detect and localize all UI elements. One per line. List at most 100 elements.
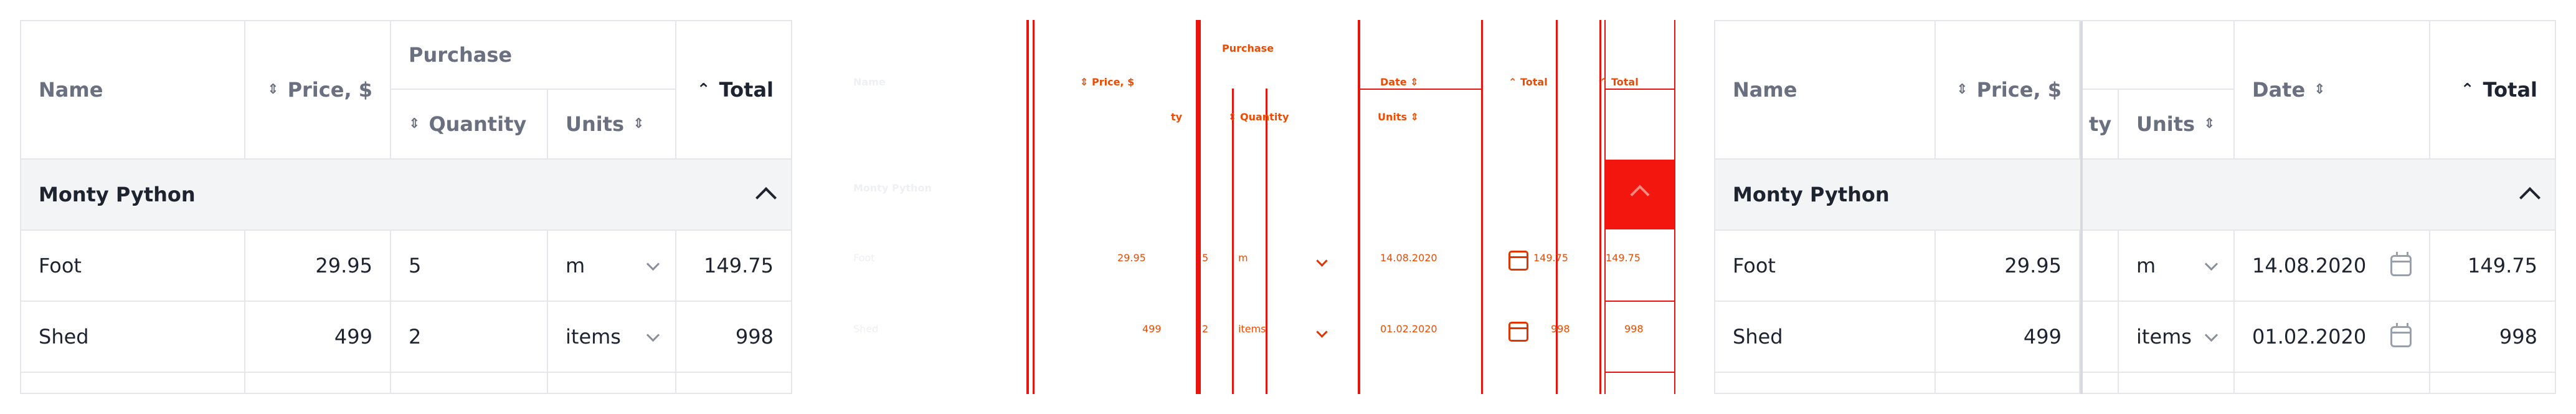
- cell-quantity[interactable]: 5: [391, 231, 548, 302]
- sort-asc-icon: ⌃: [696, 80, 711, 99]
- calendar-icon[interactable]: [2390, 252, 2412, 276]
- units-select[interactable]: m: [2119, 231, 2235, 302]
- cell-total: 149.75: [2430, 231, 2556, 302]
- group-label: Monty Python: [1733, 183, 1890, 206]
- header-purchase-label: Purchase: [409, 43, 513, 67]
- ghost-group-label: Monty Python: [853, 182, 932, 194]
- cell-empty: [676, 373, 792, 394]
- cell-price-text: 29.95: [315, 254, 372, 277]
- group-row[interactable]: Monty Python: [1715, 160, 2556, 231]
- header-price-label: Price, $: [1976, 78, 2062, 102]
- chevron-down-icon: [646, 257, 660, 271]
- cell-quantity-text: 5: [409, 254, 422, 277]
- drop-guide-line: [1481, 20, 1483, 394]
- collapse-icon[interactable]: [755, 187, 777, 208]
- units-select[interactable]: items: [548, 302, 676, 373]
- header-quantity[interactable]: ⇕ Quantity: [391, 90, 548, 160]
- cell-price-text: 499: [2023, 325, 2062, 349]
- units-value: items: [566, 325, 621, 349]
- units-select[interactable]: items: [2119, 302, 2235, 373]
- header-quantity-fragment-label: ty: [2089, 112, 2112, 136]
- cell-price: 29.95: [245, 231, 391, 302]
- drop-guide-line[interactable]: [1196, 20, 1201, 394]
- sort-icon: ⇕: [409, 116, 420, 132]
- overlay-date-text: Date: [1380, 76, 1407, 88]
- cell-price-text: 29.95: [2004, 254, 2062, 277]
- collapse-icon[interactable]: [2519, 187, 2540, 208]
- drop-guide-line: [1358, 89, 1482, 90]
- sort-icon: ⇕: [267, 82, 279, 97]
- cell-price: 499: [245, 302, 391, 373]
- ghost-row-name: Foot: [853, 252, 875, 264]
- header-quantity-fragment[interactable]: ty: [2080, 90, 2119, 160]
- cell-total-text: 998: [735, 325, 774, 349]
- header-price[interactable]: ⇕ Price, $: [1936, 21, 2080, 160]
- header-total[interactable]: ⌃ Total: [676, 21, 792, 160]
- header-units[interactable]: Units ⇕: [548, 90, 676, 160]
- header-total-label: Total: [2483, 78, 2537, 102]
- chevron-down-icon: [1316, 326, 1328, 339]
- cell-price-text: 499: [334, 325, 372, 349]
- cell-empty: [391, 373, 548, 394]
- header-units[interactable]: Units ⇕: [2119, 90, 2235, 160]
- cell-quantity-text: 2: [409, 325, 422, 349]
- drop-guide-line: [1556, 20, 1558, 394]
- cell-price: 29.95: [1936, 231, 2080, 302]
- header-total[interactable]: ⌃ Total: [2430, 21, 2556, 160]
- cell-empty: [1936, 373, 2080, 394]
- overlay-quantity-value: 5: [1202, 252, 1209, 264]
- cell-empty: [2080, 373, 2119, 394]
- overlay-date-value: 01.02.2020: [1380, 323, 1437, 335]
- cell-name: Foot: [1715, 231, 1936, 302]
- overlay-total-text: Total: [1611, 76, 1639, 88]
- overlay-price-value: 499: [1142, 323, 1162, 335]
- cell-quantity-fragment: [2080, 231, 2119, 302]
- overlay-total-text: Total: [1520, 76, 1548, 88]
- chevron-down-icon: [2204, 257, 2218, 271]
- overlay-units-label: Units ⇕: [1378, 111, 1419, 123]
- right-table: Name ⇕ Price, $ ty Units ⇕ Date ⇕ ⌃ Tota…: [1714, 20, 2556, 394]
- drop-guide-line: [1232, 89, 1234, 394]
- cell-empty: [21, 373, 245, 394]
- cell-quantity-fragment: [2080, 302, 2119, 373]
- overlay-units-value: items: [1238, 323, 1266, 335]
- drop-guide-line: [1358, 20, 1360, 394]
- sort-icon: ⇕: [1228, 111, 1240, 123]
- drop-guide-line: [1266, 89, 1267, 394]
- overlay-date-label: Date ⇕: [1380, 76, 1419, 88]
- date-picker[interactable]: 01.02.2020: [2235, 302, 2430, 373]
- cell-total: 998: [2430, 302, 2556, 373]
- sort-icon: ⇕: [1956, 82, 1968, 97]
- cell-name: Foot: [21, 231, 245, 302]
- sort-icon: ⇕: [2314, 82, 2326, 97]
- cell-quantity[interactable]: 2: [391, 302, 548, 373]
- units-select[interactable]: m: [548, 231, 676, 302]
- header-total-label: Total: [719, 78, 774, 102]
- group-label: Monty Python: [39, 183, 196, 206]
- overlay-quantity-value: 2: [1202, 323, 1209, 335]
- group-row[interactable]: Monty Python: [21, 160, 792, 231]
- date-picker[interactable]: 14.08.2020: [2235, 231, 2430, 302]
- calendar-icon: [1508, 251, 1528, 271]
- header-price-label: Price, $: [287, 78, 372, 102]
- cell-name-text: Foot: [1733, 254, 1776, 277]
- cell-name-text: Shed: [1733, 325, 1783, 349]
- overlay-price-value: 29.95: [1117, 252, 1146, 264]
- sort-asc-icon: ⌃: [1599, 76, 1611, 88]
- drag-overlay-panel: Name Monty Python Foot Shed Purchase ⇕ P…: [835, 20, 1694, 394]
- units-value: m: [2136, 254, 2156, 277]
- header-name[interactable]: Name: [1715, 21, 1936, 160]
- header-quantity-label: Quantity: [429, 112, 527, 136]
- calendar-icon[interactable]: [2390, 323, 2412, 347]
- drop-guide-line: [1604, 372, 1675, 373]
- sort-icon: ⇕: [1406, 76, 1419, 88]
- sort-icon: ⇕: [2204, 116, 2215, 132]
- date-value: 01.02.2020: [2252, 325, 2367, 349]
- header-date[interactable]: Date ⇕: [2235, 21, 2430, 160]
- header-price[interactable]: ⇕ Price, $: [245, 21, 391, 160]
- overlay-price-text: Price, $: [1091, 76, 1135, 88]
- chevron-down-icon: [646, 328, 660, 342]
- header-name[interactable]: Name: [21, 21, 245, 160]
- drop-guide-line: [1604, 301, 1675, 302]
- units-value: items: [2136, 325, 2192, 349]
